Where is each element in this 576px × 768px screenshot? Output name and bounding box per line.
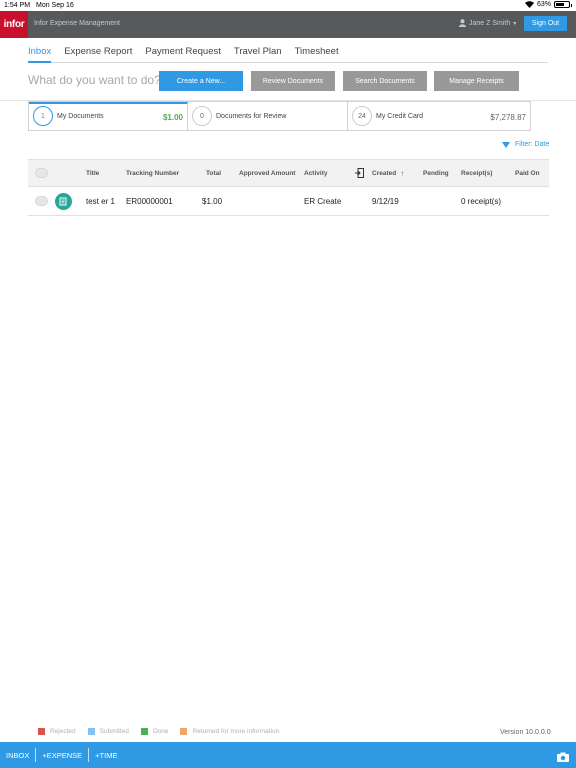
cell-total: $1.00: [202, 196, 223, 206]
card-documents-for-review[interactable]: 0 Documents for Review: [188, 102, 348, 130]
table-row[interactable]: test er 1 ER00000001 $1.00 ER Create 9/1…: [28, 187, 549, 216]
legend-done: Done: [140, 728, 168, 735]
col-tracking-number[interactable]: Tracking Number: [126, 160, 179, 186]
card-label: My Documents: [57, 113, 104, 120]
infor-logo[interactable]: infor: [0, 11, 28, 38]
sort-ascending-icon: ↑: [400, 168, 405, 178]
export-icon[interactable]: [355, 160, 364, 186]
action-row: What do you want to do? Create a New... …: [28, 71, 548, 91]
create-new-button[interactable]: Create a New...: [159, 71, 243, 91]
status-legend: Rejected Submitted Done Returned for mor…: [38, 728, 279, 735]
select-all-checkbox[interactable]: [35, 160, 48, 186]
document-icon: [55, 187, 72, 215]
user-name: Jane Z Smith: [469, 19, 511, 27]
card-amount: $1.00: [162, 113, 183, 122]
table-header: Title Tracking Number Total Approved Amo…: [28, 159, 549, 187]
tab-payment-request[interactable]: Payment Request: [145, 44, 221, 63]
user-icon: [459, 19, 466, 27]
summary-cards: 1 My Documents $1.00 0 Documents for Rev…: [28, 101, 531, 131]
col-created[interactable]: Created ↑: [372, 160, 404, 186]
action-prompt: What do you want to do?: [28, 73, 161, 87]
status-bar: 1:54 PM Mon Sep 16 63%: [0, 0, 576, 11]
status-right: 63%: [524, 1, 572, 8]
app-title: Infor Expense Management: [34, 20, 120, 27]
cell-receipts[interactable]: 0 receipt(s): [461, 187, 501, 215]
col-activity[interactable]: Activity: [304, 160, 327, 186]
filter-icon: [502, 141, 510, 148]
documents-table: Title Tracking Number Total Approved Amo…: [28, 159, 549, 216]
filter-date[interactable]: Filter: Date: [502, 141, 549, 148]
card-amount: $7,278.87: [490, 113, 526, 122]
bottom-bar: INBOX +EXPENSE +TIME: [0, 742, 576, 768]
wifi-icon: [524, 1, 534, 8]
cell-tracking: ER00000001: [126, 196, 173, 206]
cell-created: 9/12/19: [372, 196, 399, 206]
card-label: Documents for Review: [216, 113, 287, 120]
battery-icon: [554, 1, 572, 8]
inbox-button[interactable]: INBOX: [0, 748, 35, 762]
tab-expense-report[interactable]: Expense Report: [64, 44, 132, 63]
nav-tabs: Inbox Expense Report Payment Request Tra…: [28, 44, 548, 63]
col-paid-on[interactable]: Paid On: [515, 160, 540, 186]
legend-returned: Returned for more information: [180, 728, 279, 735]
sign-out-button[interactable]: Sign Out: [524, 16, 567, 31]
status-date: Mon Sep 16: [36, 2, 74, 9]
col-receipts[interactable]: Receipt(s): [461, 160, 492, 186]
card-count: 0: [192, 106, 212, 126]
battery-percent: 63%: [536, 1, 551, 8]
manage-receipts-button[interactable]: Manage Receipts: [434, 71, 519, 91]
card-my-credit-card[interactable]: 24 My Credit Card $7,278.87: [348, 102, 530, 130]
col-approved-amount[interactable]: Approved Amount: [239, 160, 295, 186]
col-created-label: Created: [372, 169, 397, 177]
tab-inbox[interactable]: Inbox: [28, 44, 52, 63]
card-count: 24: [352, 106, 372, 126]
app-header: infor Infor Expense Management Jane Z Sm…: [0, 11, 576, 38]
card-label: My Credit Card: [376, 113, 424, 120]
tab-timesheet[interactable]: Timesheet: [295, 44, 339, 63]
cell-activity: ER Create: [304, 196, 342, 206]
filter-label: Filter: Date: [515, 141, 550, 148]
camera-icon[interactable]: [557, 749, 569, 762]
col-pending[interactable]: Pending: [423, 160, 449, 186]
add-expense-button[interactable]: +EXPENSE: [35, 748, 88, 762]
add-time-button[interactable]: +TIME: [88, 748, 123, 762]
legend-submitted: Submitted: [87, 728, 129, 735]
card-count: 1: [33, 106, 53, 126]
col-total[interactable]: Total: [206, 160, 221, 186]
card-my-documents[interactable]: 1 My Documents $1.00: [29, 102, 188, 130]
row-checkbox[interactable]: [35, 187, 48, 215]
status-time: 1:54 PM: [4, 2, 31, 9]
legend-rejected: Rejected: [38, 728, 76, 735]
cell-title[interactable]: test er 1: [86, 187, 115, 215]
chevron-down-icon: ▾: [513, 20, 517, 27]
search-documents-button[interactable]: Search Documents: [343, 71, 427, 91]
tab-travel-plan[interactable]: Travel Plan: [234, 44, 282, 63]
col-title[interactable]: Title: [86, 160, 99, 186]
review-documents-button[interactable]: Review Documents: [251, 71, 335, 91]
version-label: Version 10.0.0.0: [500, 729, 551, 736]
user-menu[interactable]: Jane Z Smith ▾: [459, 19, 516, 27]
